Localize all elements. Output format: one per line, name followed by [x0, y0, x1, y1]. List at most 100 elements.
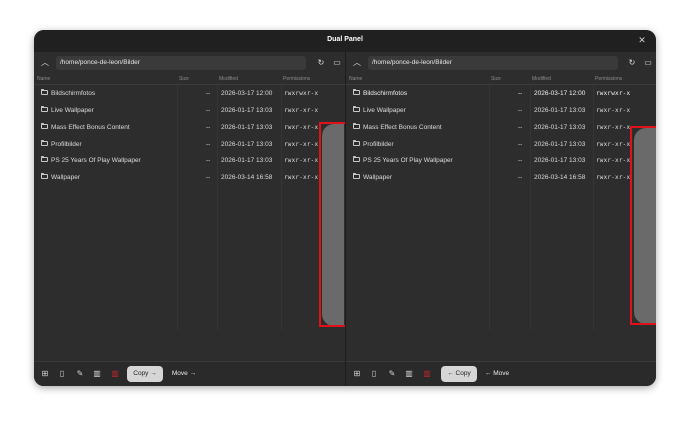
new-file-icon[interactable]: ▯	[56, 368, 68, 380]
file-permissions: rwxr-xr-x	[596, 174, 631, 181]
move-button[interactable]: ← Move	[480, 366, 514, 382]
column-modified[interactable]: Modified	[532, 76, 551, 82]
path-input[interactable]: /home/ponce-de-leon/Bilder	[368, 56, 618, 70]
file-size: --	[518, 141, 523, 148]
terminal-icon[interactable]: ▭	[330, 56, 344, 70]
list-item[interactable]: Live Wallpaper -- 2026-01-17 13:03 rwxr-…	[346, 103, 656, 119]
dual-panel-window: Dual Panel ✕ ︿ /home/ponce-de-leon/Bilde…	[34, 30, 656, 386]
file-size: --	[206, 90, 211, 97]
file-modified: 2026-01-17 13:03	[221, 141, 273, 148]
file-modified: 2026-01-17 13:03	[534, 157, 586, 164]
delete-red-icon[interactable]: ▥	[109, 368, 121, 380]
list-item[interactable]: Mass Effect Bonus Content -- 2026-01-17 …	[346, 120, 656, 136]
file-permissions: rwxr-xr-x	[596, 124, 631, 131]
file-size: --	[206, 157, 211, 164]
file-permissions: rwxr-xr-x	[284, 107, 319, 114]
trash-icon[interactable]: ▥	[91, 368, 103, 380]
file-permissions: rwxr-xr-x	[596, 141, 631, 148]
copy-button[interactable]: ← Copy	[441, 366, 477, 382]
folder-icon	[41, 140, 48, 146]
file-permissions: rwxr-xr-x	[596, 157, 631, 164]
file-permissions: rwxr-xr-x	[284, 141, 319, 148]
list-item[interactable]: Profilbilder -- 2026-01-17 13:03 rwxr-xr…	[346, 137, 656, 153]
copy-button[interactable]: Copy →	[127, 366, 163, 382]
file-name: Wallpaper	[51, 174, 81, 181]
list-item[interactable]: PS 25 Years Of Play Wallpaper -- 2026-01…	[34, 153, 345, 169]
file-size: --	[206, 124, 211, 131]
file-modified: 2026-01-17 13:03	[534, 107, 586, 114]
file-name: Mass Effect Bonus Content	[363, 124, 442, 131]
file-name: Bildschirmfotos	[51, 90, 96, 97]
folder-icon	[353, 106, 360, 112]
file-permissions: rwxr-xr-x	[596, 107, 631, 114]
file-size: --	[518, 124, 523, 131]
refresh-icon[interactable]: ↻	[314, 56, 328, 70]
column-name[interactable]: Name	[349, 76, 362, 82]
column-name[interactable]: Name	[37, 76, 50, 82]
folder-icon	[353, 140, 360, 146]
folder-icon	[353, 156, 360, 162]
list-item[interactable]: Profilbilder -- 2026-01-17 13:03 rwxr-xr…	[34, 137, 345, 153]
list-item[interactable]: PS 25 Years Of Play Wallpaper -- 2026-01…	[346, 153, 656, 169]
trash-icon[interactable]: ▥	[403, 368, 415, 380]
file-modified: 2026-01-17 13:03	[221, 107, 273, 114]
file-size: --	[518, 107, 523, 114]
folder-icon	[353, 123, 360, 129]
chevron-up-icon[interactable]: ︿	[350, 56, 364, 70]
rename-icon[interactable]: ✎	[74, 368, 86, 380]
file-modified: 2026-01-17 13:03	[534, 124, 586, 131]
file-permissions: rwxrwxr-x	[596, 90, 631, 97]
file-name: Profilbilder	[51, 141, 82, 148]
file-modified: 2026-01-17 13:03	[221, 124, 273, 131]
file-size: --	[518, 157, 523, 164]
file-permissions: rwxrwxr-x	[284, 90, 319, 97]
file-name: PS 25 Years Of Play Wallpaper	[51, 157, 141, 164]
column-permissions[interactable]: Permissions	[595, 76, 622, 82]
chevron-up-icon[interactable]: ︿	[38, 56, 52, 70]
file-name: Bildschirmfotos	[363, 90, 408, 97]
file-modified: 2026-03-17 12:00	[221, 90, 273, 97]
list-item[interactable]: Mass Effect Bonus Content -- 2026-01-17 …	[34, 120, 345, 136]
file-modified: 2026-01-17 13:03	[221, 157, 273, 164]
window-title: Dual Panel	[327, 36, 363, 43]
column-header: Name Size Modified Permissions	[34, 74, 345, 85]
list-item[interactable]: Bildschirmfotos -- 2026-03-17 12:00 rwxr…	[346, 86, 656, 102]
column-size[interactable]: Size	[179, 76, 189, 82]
file-name: Profilbilder	[363, 141, 394, 148]
file-modified: 2026-03-14 16:58	[221, 174, 273, 181]
new-file-icon[interactable]: ▯	[368, 368, 380, 380]
file-modified: 2026-03-14 16:58	[534, 174, 586, 181]
column-header: Name Size Modified Permissions	[346, 74, 656, 85]
list-item[interactable]: Wallpaper -- 2026-03-14 16:58 rwxr-xr-x	[346, 170, 656, 186]
file-modified: 2026-01-17 13:03	[534, 141, 586, 148]
terminal-icon[interactable]: ▭	[641, 56, 655, 70]
folder-icon	[41, 123, 48, 129]
path-bar: ︿ /home/ponce-de-leon/Bilder ↻ ▭	[38, 56, 341, 70]
refresh-icon[interactable]: ↻	[625, 56, 639, 70]
folder-icon	[353, 89, 360, 95]
panel-toolbar: ⊞ ▯ ✎ ▥ ▥ Copy → Move →	[34, 361, 345, 386]
path-input[interactable]: /home/ponce-de-leon/Bilder	[56, 56, 306, 70]
list-item[interactable]: Bildschirmfotos -- 2026-03-17 12:00 rwxr…	[34, 86, 345, 102]
column-permissions[interactable]: Permissions	[283, 76, 310, 82]
file-permissions: rwxr-xr-x	[284, 157, 319, 164]
list-item[interactable]: Live Wallpaper -- 2026-01-17 13:03 rwxr-…	[34, 103, 345, 119]
title-bar: Dual Panel ✕	[34, 30, 656, 52]
file-permissions: rwxr-xr-x	[284, 124, 319, 131]
move-button[interactable]: Move →	[167, 366, 201, 382]
file-size: --	[206, 107, 211, 114]
column-size[interactable]: Size	[491, 76, 501, 82]
rename-icon[interactable]: ✎	[386, 368, 398, 380]
folder-icon	[41, 173, 48, 179]
delete-red-icon[interactable]: ▥	[421, 368, 433, 380]
folder-icon	[41, 106, 48, 112]
file-modified: 2026-03-17 12:00	[534, 90, 586, 97]
new-folder-icon[interactable]: ⊞	[351, 368, 363, 380]
file-size: --	[518, 90, 523, 97]
list-item[interactable]: Wallpaper -- 2026-03-14 16:58 rwxr-xr-x	[34, 170, 345, 186]
close-icon[interactable]: ✕	[636, 34, 648, 46]
folder-icon	[353, 173, 360, 179]
highlight-box	[319, 122, 347, 327]
column-modified[interactable]: Modified	[219, 76, 238, 82]
new-folder-icon[interactable]: ⊞	[39, 368, 51, 380]
